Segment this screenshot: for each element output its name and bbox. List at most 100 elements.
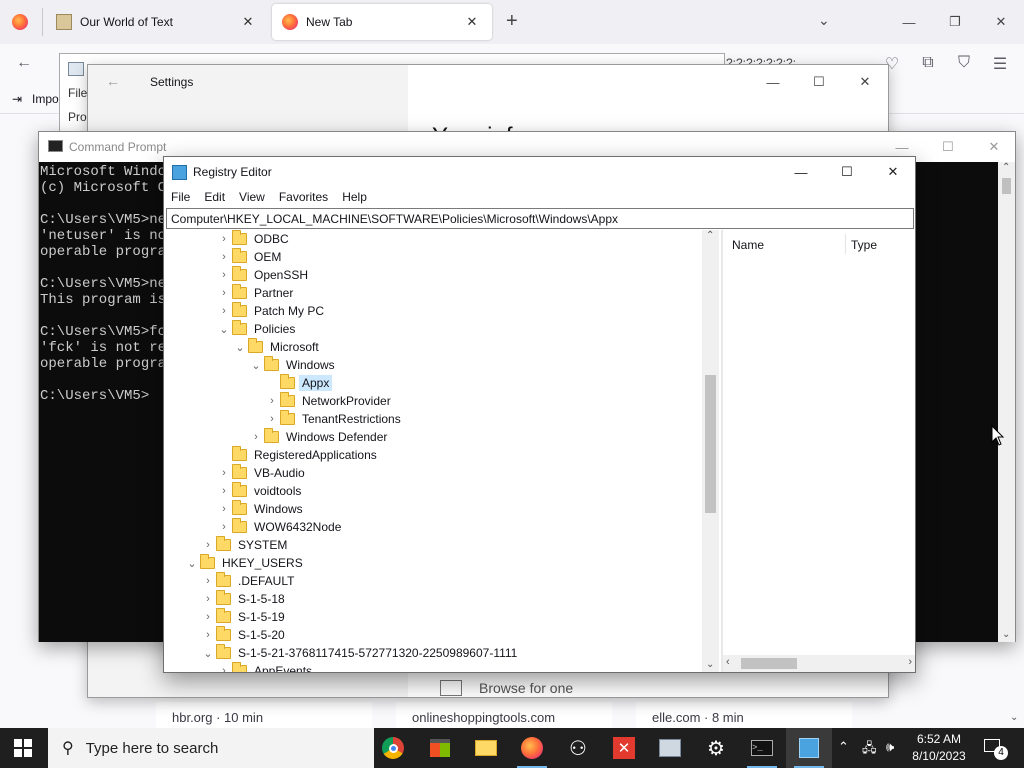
collapse-chevron-icon[interactable]: ⌄ — [200, 647, 216, 660]
ublock-icon[interactable]: ⛉ — [952, 54, 976, 72]
tree-node[interactable]: › VB-Audio — [216, 464, 308, 482]
taskbar-search-box[interactable]: ⚲ Type here to search — [48, 728, 374, 768]
menu-help[interactable]: Help — [335, 187, 374, 207]
column-header-type[interactable]: Type — [851, 238, 877, 252]
tree-node-label[interactable]: OEM — [251, 249, 284, 265]
tree-node[interactable]: › OEM — [216, 248, 284, 266]
maximize-button[interactable]: ☐ — [796, 67, 842, 97]
expand-chevron-icon[interactable]: › — [200, 629, 216, 641]
tree-node[interactable]: ⌄ S-1-5-21-3768117415-572771320-225098960… — [200, 644, 520, 662]
restore-button[interactable]: ❐ — [932, 7, 978, 37]
expand-chevron-icon[interactable]: › — [216, 467, 232, 479]
taskbar-settings[interactable]: ⚙ — [693, 728, 739, 768]
expand-chevron-icon[interactable]: › — [200, 593, 216, 605]
extensions-icon[interactable]: ⧉ — [916, 54, 940, 72]
story-tile-source[interactable]: onlineshoppingtools.com — [396, 710, 612, 725]
scroll-down-icon[interactable]: ⌄ — [1002, 629, 1010, 640]
expand-chevron-icon[interactable]: › — [216, 287, 232, 299]
expand-chevron-icon[interactable]: › — [216, 305, 232, 317]
tree-node[interactable]: › voidtools — [216, 482, 304, 500]
browse-for-one-link[interactable]: Browse for one — [479, 680, 573, 696]
tree-node-label[interactable]: WOW6432Node — [251, 519, 344, 535]
import-bookmarks-label[interactable]: Impo — [32, 92, 59, 106]
tree-node-label[interactable]: VB-Audio — [251, 465, 308, 481]
expand-chevron-icon[interactable]: › — [248, 431, 264, 443]
collapse-chevron-icon[interactable]: ⌄ — [232, 341, 248, 354]
menu-file[interactable]: File — [68, 86, 87, 100]
minimize-button[interactable]: — — [886, 7, 932, 37]
list-all-tabs-icon[interactable]: ⌄ — [818, 12, 830, 29]
tree-node-label[interactable]: Patch My PC — [251, 303, 327, 319]
taskbar-clock[interactable]: 6:52 AM 8/10/2023 — [908, 731, 970, 765]
tree-node[interactable]: › TenantRestrictions — [264, 410, 404, 428]
tree-node-label[interactable]: SYSTEM — [235, 537, 290, 553]
notification-center-button[interactable]: 4 — [976, 728, 1020, 768]
minimize-button[interactable]: — — [750, 67, 796, 97]
tree-node-label[interactable]: Policies — [251, 321, 298, 337]
tree-node-label[interactable]: Windows — [283, 357, 338, 373]
network-icon[interactable]: 🖧 — [862, 739, 877, 761]
scroll-down-icon[interactable]: ⌄ — [1010, 712, 1018, 723]
close-window-button[interactable]: ✕ — [971, 132, 1017, 162]
tree-node-label[interactable]: NetworkProvider — [299, 393, 394, 409]
tree-node[interactable]: › OpenSSH — [216, 266, 311, 284]
tree-node[interactable]: › S-1-5-18 — [200, 590, 288, 608]
tab-our-world-of-text[interactable]: Our World of Text ✕ — [46, 4, 268, 40]
tree-node-label[interactable]: Partner — [251, 285, 296, 301]
taskbar-control-panel[interactable] — [647, 728, 693, 768]
address-bar[interactable]: Computer\HKEY_LOCAL_MACHINE\SOFTWARE\Pol… — [166, 208, 914, 229]
maximize-button[interactable]: ☐ — [925, 132, 971, 162]
expand-chevron-icon[interactable]: › — [216, 665, 232, 672]
tree-node-label[interactable]: Microsoft — [267, 339, 322, 355]
tree-node[interactable]: › .DEFAULT — [200, 572, 297, 590]
tree-node-label[interactable]: Windows — [251, 501, 306, 517]
column-header-name[interactable]: Name — [732, 238, 764, 252]
new-tab-button[interactable]: + — [506, 10, 518, 33]
expand-chevron-icon[interactable]: › — [264, 413, 280, 425]
registry-tree[interactable]: › ODBC › OEM › OpenSSH › Partner › Patch My PC ⌄ Po… — [164, 230, 719, 672]
taskbar-firefox[interactable] — [509, 728, 555, 768]
expand-chevron-icon[interactable]: › — [216, 503, 232, 515]
menu-edit[interactable]: Edit — [197, 187, 232, 207]
tree-node-label[interactable]: voidtools — [251, 483, 304, 499]
collapse-chevron-icon[interactable]: ⌄ — [184, 557, 200, 570]
close-icon[interactable]: ✕ — [462, 14, 482, 30]
taskbar-chrome[interactable] — [370, 728, 416, 768]
tree-node-label[interactable]: S-1-5-19 — [235, 609, 288, 625]
story-tile-source[interactable]: hbr.org · 10 min — [156, 710, 372, 725]
close-window-button[interactable]: ✕ — [870, 157, 916, 187]
import-bookmarks-icon[interactable]: ⇥ — [12, 92, 22, 106]
tree-node[interactable]: › ODBC — [216, 230, 292, 248]
minimize-button[interactable]: — — [778, 157, 824, 187]
tree-node[interactable]: › NetworkProvider — [264, 392, 394, 410]
expand-chevron-icon[interactable]: › — [216, 233, 232, 245]
regedit-titlebar[interactable]: Registry Editor — ☐ ✕ — [164, 157, 915, 187]
tree-node-label[interactable]: S-1-5-20 — [235, 627, 288, 643]
cmd-scrollbar[interactable]: ⌃ ⌄ — [998, 162, 1015, 642]
collapse-chevron-icon[interactable]: ⌄ — [216, 323, 232, 336]
expand-chevron-icon[interactable]: › — [264, 395, 280, 407]
tree-node[interactable]: › Patch My PC — [216, 302, 327, 320]
firefox-menu-icon[interactable] — [12, 14, 28, 30]
back-icon[interactable]: ← — [12, 54, 36, 72]
tree-node[interactable]: › Windows Defender — [248, 428, 390, 446]
scrollbar-thumb[interactable] — [705, 375, 716, 513]
tree-node-label[interactable]: TenantRestrictions — [299, 411, 404, 427]
taskbar-regedit[interactable] — [786, 728, 832, 768]
chevron-up-icon[interactable]: ⌃ — [838, 739, 849, 755]
expand-chevron-icon[interactable]: › — [216, 251, 232, 263]
tree-node[interactable]: ⌄ HKEY_USERS — [184, 554, 306, 572]
expand-chevron-icon[interactable]: › — [200, 611, 216, 623]
menu-file[interactable]: File — [164, 187, 197, 207]
story-tile-source[interactable]: elle.com · 8 min — [636, 710, 852, 725]
volume-icon[interactable]: 🕪 — [886, 739, 894, 755]
scroll-up-icon[interactable]: ⌃ — [706, 230, 714, 241]
tree-node-label[interactable]: .DEFAULT — [235, 573, 297, 589]
taskbar-red-app[interactable]: ✕ — [601, 728, 647, 768]
taskbar-store[interactable] — [417, 728, 463, 768]
scroll-down-icon[interactable]: ⌄ — [706, 659, 714, 670]
tree-node[interactable]: › SYSTEM — [200, 536, 290, 554]
tree-node-label[interactable]: S-1-5-18 — [235, 591, 288, 607]
tree-node[interactable]: Appx — [264, 374, 333, 392]
tree-node-label[interactable]: RegisteredApplications — [251, 447, 380, 463]
